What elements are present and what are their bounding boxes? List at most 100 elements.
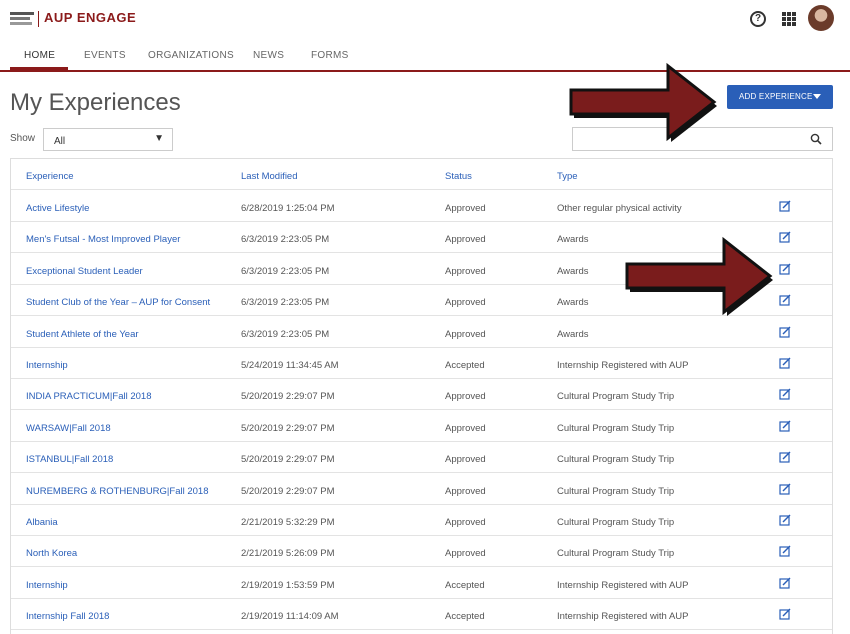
column-header-status[interactable]: Status [445,171,472,182]
status-cell: Approved [445,391,486,403]
caret-down-icon: ▼ [154,133,164,144]
add-experience-button[interactable]: ADD EXPERIENCE [727,85,833,109]
tab-home[interactable]: HOME [24,50,55,61]
edit-icon[interactable] [779,451,791,463]
help-icon[interactable]: ? [750,11,766,27]
table-row: Student Athlete of the Year 6/3/2019 2:23… [11,317,832,348]
edit-icon[interactable] [779,483,791,495]
annotation-arrow-icon [625,236,773,316]
status-cell: Approved [445,454,486,466]
search-icon[interactable] [810,133,822,145]
edit-icon[interactable] [779,514,791,526]
type-cell: Cultural Program Study Trip [557,548,675,560]
last-modified-cell: 2/21/2019 5:26:09 PM [241,548,335,560]
status-cell: Approved [445,422,486,434]
last-modified-cell: 2/19/2019 1:53:59 PM [241,579,335,591]
show-filter-value: All [54,136,66,147]
status-cell: Approved [445,297,486,309]
last-modified-cell: 5/20/2019 2:29:07 PM [241,391,335,403]
status-cell: Approved [445,265,486,277]
status-cell: Approved [445,485,486,497]
edit-icon[interactable] [779,326,791,338]
edit-icon[interactable] [779,577,791,589]
table-row: Internship Fall 2018 2/19/2019 11:14:09 A… [11,599,832,631]
status-cell: Approved [445,234,486,246]
column-header-last-modified[interactable]: Last Modified [241,171,298,182]
app-logo[interactable]: AUP ENGAGE [44,10,136,25]
avatar[interactable] [808,5,834,31]
type-cell: Awards [557,265,589,277]
page-title: My Experiences [10,89,181,116]
edit-icon[interactable] [779,608,791,620]
status-cell: Approved [445,517,486,528]
table-header-row: Experience Last Modified Status Type [11,159,832,190]
experience-cell[interactable]: ISTANBUL|Fall 2018 [26,454,113,465]
experience-cell[interactable]: Exceptional Student Leader [26,266,143,277]
tab-news[interactable]: NEWS [253,50,284,61]
experience-cell[interactable]: Men's Futsal - Most Improved Player [26,234,180,245]
edit-icon[interactable] [779,420,791,432]
edit-icon[interactable] [779,294,791,306]
caret-down-icon [813,94,821,99]
table-row: NUREMBERG & ROTHENBURG|Fall 2018 5/20/201… [11,474,832,505]
edit-icon[interactable] [779,263,791,275]
status-cell: Approved [445,328,486,340]
type-cell: Awards [557,234,589,246]
apps-grid-icon[interactable] [782,12,796,26]
edit-icon[interactable] [779,231,791,243]
show-filter-select[interactable]: All ▼ [43,128,173,151]
type-cell: Internship Registered with AUP [557,579,689,591]
last-modified-cell: 5/24/2019 11:34:45 AM [241,360,339,371]
table-row: Internship 2/19/2019 1:53:59 PM Accepted In… [11,568,832,599]
tab-events[interactable]: EVENTS [84,50,126,61]
last-modified-cell: 5/20/2019 2:29:07 PM [241,422,335,434]
experience-cell[interactable]: INDIA PRACTICUM|Fall 2018 [26,391,151,402]
last-modified-cell: 6/3/2019 2:23:05 PM [241,234,330,246]
last-modified-cell: 5/20/2019 2:29:07 PM [241,454,335,466]
add-experience-label: ADD EXPERIENCE [739,92,813,101]
type-cell: Cultural Program Study Trip [557,454,675,466]
type-cell: Internship Registered with AUP [557,611,689,623]
status-cell: Approved [445,203,486,214]
table-row: WARSAW|Fall 2018 5/20/2019 2:29:07 PM Appr… [11,411,832,442]
status-cell: Accepted [445,579,485,591]
logo-divider [38,11,39,27]
last-modified-cell: 6/3/2019 2:23:05 PM [241,297,330,309]
table-row: Internship 5/24/2019 11:34:45 AM Accepted I… [11,348,832,379]
annotation-arrow-icon [569,62,717,142]
edit-icon[interactable] [779,388,791,400]
top-bar: AUP ENGAGE ? [0,0,850,40]
experience-cell[interactable]: Internship Fall 2018 [26,611,109,622]
type-cell: Awards [557,297,589,309]
table-row: North Korea 2/21/2019 5:26:09 PM Approved C… [11,536,832,568]
table-row: INDIA PRACTICUM|Fall 2018 5/20/2019 2:29:… [11,379,832,411]
experience-cell[interactable]: Internship [26,580,68,591]
last-modified-cell: 2/19/2019 11:14:09 AM [241,611,339,623]
experience-cell[interactable]: Active Lifestyle [26,203,89,214]
experience-cell[interactable]: Student Club of the Year – AUP for Conse… [26,297,210,308]
experience-cell[interactable]: NUREMBERG & ROTHENBURG|Fall 2018 [26,486,208,497]
tab-forms[interactable]: FORMS [311,50,349,61]
type-cell: Other regular physical activity [557,203,682,214]
column-header-type[interactable]: Type [557,171,578,182]
status-cell: Accepted [445,360,485,371]
last-modified-cell: 6/3/2019 2:23:05 PM [241,265,330,277]
edit-icon[interactable] [779,357,791,369]
experience-cell[interactable]: WARSAW|Fall 2018 [26,423,111,434]
table-row: Albania 2/21/2019 5:32:29 PM Approved Cultu… [11,505,832,536]
type-cell: Awards [557,328,589,340]
column-header-experience[interactable]: Experience [26,171,74,182]
tab-organizations[interactable]: ORGANIZATIONS [148,50,234,61]
edit-icon[interactable] [779,200,791,212]
type-cell: Cultural Program Study Trip [557,485,675,497]
type-cell: Cultural Program Study Trip [557,422,675,434]
experience-cell[interactable]: North Korea [26,548,77,559]
last-modified-cell: 5/20/2019 2:29:07 PM [241,485,335,497]
edit-icon[interactable] [779,545,791,557]
experience-cell[interactable]: Internship [26,360,68,371]
last-modified-cell: 6/3/2019 2:23:05 PM [241,328,330,340]
experience-cell[interactable]: Albania [26,517,58,528]
experience-cell[interactable]: Student Athlete of the Year [26,329,139,340]
show-filter-label: Show [10,133,36,144]
university-seal-icon [10,12,34,26]
